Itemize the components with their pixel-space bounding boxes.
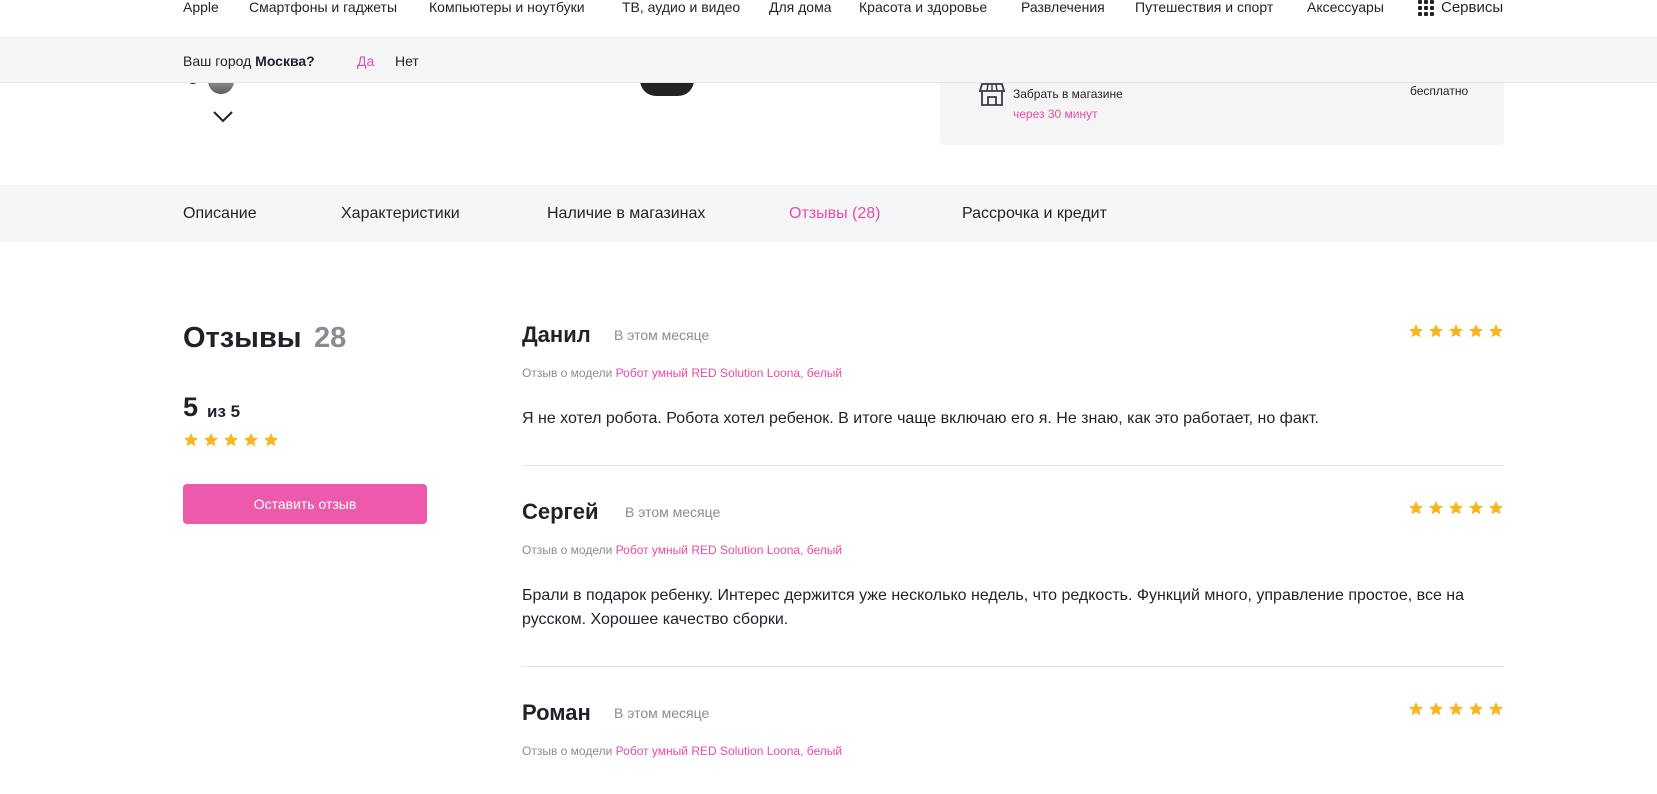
tab-availability[interactable]: Наличие в магазинах <box>547 205 705 223</box>
services-menu[interactable]: Сервисы <box>1418 0 1503 16</box>
reviews-count: 28 <box>314 322 347 354</box>
review-model-prefix: Отзыв о модели <box>522 366 613 380</box>
product-tabs: Описание Характеристики Наличие в магази… <box>0 185 1657 242</box>
grid-icon <box>1418 0 1434 16</box>
nav-item-tv-audio[interactable]: ТВ, аудио и видео <box>622 0 740 14</box>
delivery-price: бесплатно <box>1410 84 1469 98</box>
review-divider <box>522 465 1504 466</box>
city-yes-button[interactable]: Да <box>357 53 374 69</box>
review-model-link[interactable]: Робот умный RED Solution Loona, белый <box>616 366 842 380</box>
star-icon <box>224 433 238 447</box>
review-author: Роман <box>522 700 591 725</box>
city-question: Ваш город Москва? <box>183 53 315 69</box>
star-icon <box>244 433 258 447</box>
review-date: В этом месяце <box>625 504 721 520</box>
star-icon <box>1469 501 1483 515</box>
nav-item-computers[interactable]: Компьютеры и ноутбуки <box>429 0 585 14</box>
nav-item-travel-sport[interactable]: Путешествия и спорт <box>1135 0 1273 14</box>
review-model: Отзыв о модели Робот умный RED Solution … <box>522 543 842 557</box>
star-icon <box>184 433 198 447</box>
review-author: Данил <box>522 322 591 347</box>
star-icon <box>1429 324 1443 338</box>
review-model-prefix: Отзыв о модели <box>522 744 613 758</box>
nav-item-beauty[interactable]: Красота и здоровье <box>859 0 987 14</box>
delivery-panel: Забрать в магазине через 30 минут беспла… <box>940 78 1504 145</box>
review-stars <box>1408 323 1504 339</box>
review-divider <box>522 666 1504 667</box>
product-area: Забрать в магазине через 30 минут беспла… <box>0 78 1657 185</box>
nav-item-apple[interactable]: Apple <box>183 0 219 14</box>
star-icon <box>1429 702 1443 716</box>
review-model: Отзыв о модели Робот умный RED Solution … <box>522 744 842 758</box>
rating-scale: из 5 <box>207 402 241 421</box>
review-model-prefix: Отзыв о модели <box>522 543 613 557</box>
review-model-link[interactable]: Робот умный RED Solution Loona, белый <box>616 744 842 758</box>
pickup-title: Забрать в магазине <box>1013 87 1123 101</box>
star-icon <box>1489 501 1503 515</box>
star-icon <box>1449 501 1463 515</box>
city-bar: Ваш город Москва? Да Нет <box>0 38 1657 83</box>
tab-reviews[interactable]: Отзывы (28) <box>789 205 881 223</box>
reviews-title: Отзывы <box>183 322 302 354</box>
tab-installments[interactable]: Рассрочка и кредит <box>962 205 1107 223</box>
review-date: В этом месяце <box>614 705 710 721</box>
category-nav: Apple Смартфоны и гаджеты Компьютеры и н… <box>0 0 1657 38</box>
pickup-time[interactable]: через 30 минут <box>1013 107 1098 121</box>
review-text: Я не хотел робота. Робота хотел ребенок.… <box>522 410 1319 427</box>
star-icon <box>264 433 278 447</box>
star-icon <box>1449 702 1463 716</box>
chevron-down-icon[interactable] <box>212 110 234 124</box>
star-icon <box>1409 324 1423 338</box>
leave-review-button[interactable]: Оставить отзыв <box>183 484 427 524</box>
review-stars <box>1408 701 1504 717</box>
services-label: Сервисы <box>1441 0 1504 16</box>
star-icon <box>1429 501 1443 515</box>
store-icon <box>979 83 1005 106</box>
star-icon <box>1489 702 1503 716</box>
review-text: Брали в подарок ребенку. Интерес держитс… <box>522 587 1465 628</box>
nav-item-smartphones[interactable]: Смартфоны и гаджеты <box>249 0 397 14</box>
average-rating: 5 <box>183 392 199 422</box>
nav-item-home[interactable]: Для дома <box>769 0 832 14</box>
city-name: Москва? <box>255 53 315 69</box>
review-model-link[interactable]: Робот умный RED Solution Loona, белый <box>616 543 842 557</box>
tab-specifications[interactable]: Характеристики <box>341 205 460 223</box>
review-date: В этом месяце <box>614 327 710 343</box>
review-stars <box>1408 500 1504 516</box>
review-model: Отзыв о модели Робот умный RED Solution … <box>522 366 842 380</box>
city-question-prefix: Ваш город <box>183 53 252 69</box>
star-icon <box>204 433 218 447</box>
star-icon <box>1469 702 1483 716</box>
star-icon <box>1409 501 1423 515</box>
average-stars <box>183 432 279 448</box>
tab-description[interactable]: Описание <box>183 205 257 223</box>
star-icon <box>1449 324 1463 338</box>
review-author: Сергей <box>522 499 599 524</box>
star-icon <box>1409 702 1423 716</box>
city-no-button[interactable]: Нет <box>395 53 419 69</box>
nav-item-accessories[interactable]: Аксессуары <box>1307 0 1384 14</box>
nav-item-entertainment[interactable]: Развлечения <box>1021 0 1105 14</box>
star-icon <box>1489 324 1503 338</box>
star-icon <box>1469 324 1483 338</box>
